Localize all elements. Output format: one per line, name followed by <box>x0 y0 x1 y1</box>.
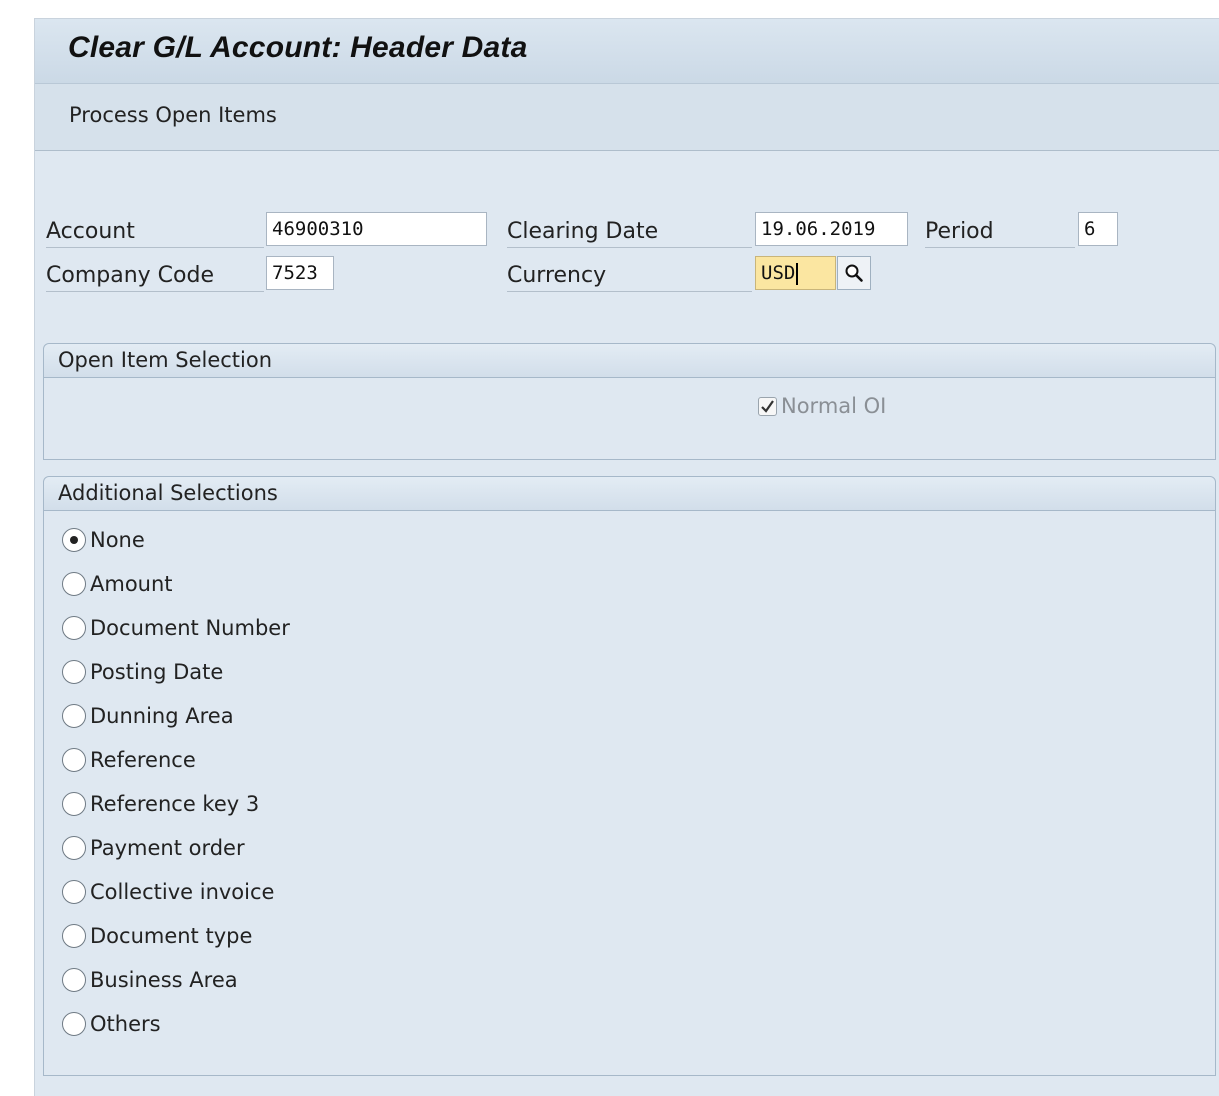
period-label: Period <box>925 217 1075 248</box>
radio-reference[interactable]: Reference <box>62 745 196 775</box>
clearing-date-field[interactable]: 19.06.2019 <box>755 212 908 246</box>
radio-button-selected[interactable] <box>62 528 86 552</box>
radio-button[interactable] <box>62 924 86 948</box>
additional-selections-title: Additional Selections <box>44 477 1215 511</box>
radio-others[interactable]: Others <box>62 1009 161 1039</box>
page-title: Clear G/L Account: Header Data <box>68 31 528 64</box>
radio-label: Business Area <box>90 968 238 992</box>
company-code-field[interactable]: 7523 <box>266 256 334 290</box>
radio-label: Others <box>90 1012 161 1036</box>
radio-amount[interactable]: Amount <box>62 569 173 599</box>
radio-label: Dunning Area <box>90 704 234 728</box>
radio-label: None <box>90 528 145 552</box>
currency-label: Currency <box>507 261 752 292</box>
radio-label: Document type <box>90 924 253 948</box>
currency-value-help-button[interactable] <box>837 256 871 290</box>
radio-button[interactable] <box>62 836 86 860</box>
radio-business-area[interactable]: Business Area <box>62 965 238 995</box>
currency-value: USD <box>761 262 796 284</box>
radio-dunning-area[interactable]: Dunning Area <box>62 701 234 731</box>
radio-label: Posting Date <box>90 660 224 684</box>
radio-button[interactable] <box>62 968 86 992</box>
radio-button[interactable] <box>62 572 86 596</box>
radio-button[interactable] <box>62 880 86 904</box>
radio-button[interactable] <box>62 1012 86 1036</box>
radio-button[interactable] <box>62 616 86 640</box>
radio-reference-key-3[interactable]: Reference key 3 <box>62 789 259 819</box>
title-bar: Clear G/L Account: Header Data <box>35 19 1219 84</box>
normal-oi-label: Normal OI <box>781 394 887 418</box>
radio-collective-invoice[interactable]: Collective invoice <box>62 877 274 907</box>
radio-posting-date[interactable]: Posting Date <box>62 657 223 687</box>
search-icon <box>845 264 863 282</box>
sap-window: Clear G/L Account: Header Data Process O… <box>34 18 1219 1096</box>
process-open-items-button[interactable]: Process Open Items <box>69 103 277 127</box>
checkbox[interactable] <box>758 396 777 416</box>
clearing-date-label: Clearing Date <box>507 217 752 248</box>
currency-field[interactable]: USD <box>755 256 836 290</box>
radio-label: Amount <box>90 572 173 596</box>
radio-payment-order[interactable]: Payment order <box>62 833 245 863</box>
period-field[interactable]: 6 <box>1078 212 1118 246</box>
additional-selections-group: Additional Selections None Amount Docume… <box>43 476 1216 1076</box>
radio-none[interactable]: None <box>62 525 145 555</box>
open-item-selection-title: Open Item Selection <box>44 344 1215 378</box>
text-caret <box>796 262 798 285</box>
radio-label: Document Number <box>90 616 290 640</box>
radio-label: Payment order <box>90 836 245 860</box>
checkmark-icon <box>761 399 774 413</box>
account-label: Account <box>46 217 264 248</box>
company-code-label: Company Code <box>46 261 264 292</box>
radio-button[interactable] <box>62 704 86 728</box>
open-item-selection-group: Open Item Selection Normal OI <box>43 343 1216 460</box>
radio-document-type[interactable]: Document type <box>62 921 252 951</box>
normal-oi-checkbox[interactable]: Normal OI <box>758 394 886 418</box>
radio-button[interactable] <box>62 748 86 772</box>
radio-button[interactable] <box>62 792 86 816</box>
radio-document-number[interactable]: Document Number <box>62 613 290 643</box>
application-toolbar: Process Open Items <box>35 84 1219 151</box>
radio-button[interactable] <box>62 660 86 684</box>
radio-label: Reference key 3 <box>90 792 260 816</box>
account-field[interactable]: 46900310 <box>266 212 487 246</box>
radio-label: Reference <box>90 748 196 772</box>
radio-label: Collective invoice <box>90 880 275 904</box>
